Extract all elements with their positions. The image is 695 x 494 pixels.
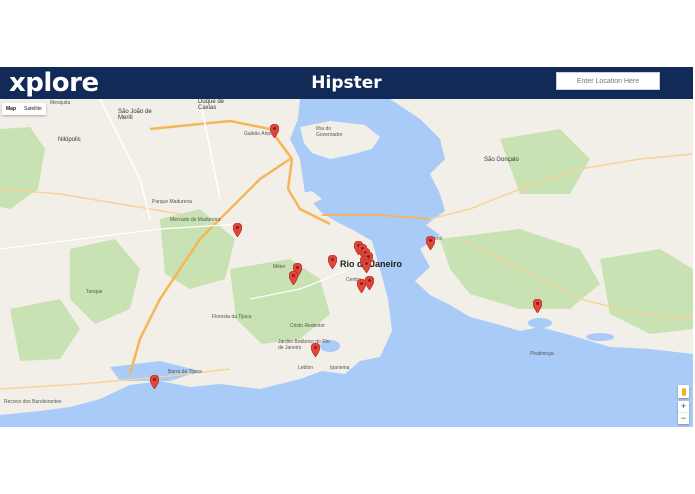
map-label-cristo: Cristo Redentor xyxy=(290,323,326,329)
location-search-input[interactable] xyxy=(556,72,660,90)
zoom-in-button[interactable]: + xyxy=(678,401,689,412)
map-type-map-button[interactable]: Map xyxy=(2,103,20,115)
map-label-nilopolis: Nilópolis xyxy=(58,137,81,143)
map-label-botanico: Jardim Botânico do Rio de Janeiro xyxy=(278,339,330,351)
map-label-sao-goncalo: São Gonçalo xyxy=(484,157,519,163)
pin-madureira[interactable] xyxy=(233,223,242,237)
zoom-control: + − xyxy=(678,401,689,424)
map-label-mesquita: Mesquita xyxy=(50,100,71,106)
top-navbar: xplore Hipster xyxy=(0,67,693,99)
pin-lagoa[interactable] xyxy=(311,343,320,357)
pin-ilha-governador[interactable] xyxy=(270,124,279,138)
map-label-piratininga: Piratininga xyxy=(530,351,554,357)
zoom-out-button[interactable]: − xyxy=(678,412,689,424)
pin-flamengo[interactable] xyxy=(365,276,374,290)
map-type-control: Map Satellite xyxy=(2,103,46,115)
pegman-icon[interactable] xyxy=(678,385,689,398)
pin-niteroi[interactable] xyxy=(426,236,435,250)
pin-piratininga[interactable] xyxy=(533,299,542,313)
map-label-parque: Parque Madureira xyxy=(152,199,193,205)
map-label-duque: Duque de Caxias xyxy=(198,99,225,111)
pin-engenho-novo[interactable] xyxy=(289,271,298,285)
map-label-sao-joao: São João de Meriti xyxy=(118,109,152,121)
map-label-meier: Méier xyxy=(273,264,286,270)
map-label-tijuca: Floresta da Tijuca xyxy=(212,314,252,320)
map-label-tanque: Tanque xyxy=(86,289,103,295)
map-canvas[interactable]: Rio de Janeiro São Gonçalo São João de M… xyxy=(0,99,693,427)
pin-sao-cristovao[interactable] xyxy=(328,255,337,269)
map-label-ipanema: Ipanema xyxy=(330,365,350,371)
map-label-ilha: Ilha do Governador xyxy=(316,126,343,138)
map-label-madureira: Mercado de Madureira xyxy=(170,217,221,223)
map-type-satellite-button[interactable]: Satellite xyxy=(20,103,46,115)
map-label-barra: Barra da Tijuca xyxy=(168,369,202,375)
pin-santa-teresa[interactable] xyxy=(362,259,371,273)
map-label-leblon: Leblon xyxy=(298,365,314,371)
pin-barra[interactable] xyxy=(150,375,159,389)
map-label-recreio: Recreio dos Bandeirantes xyxy=(4,399,62,405)
